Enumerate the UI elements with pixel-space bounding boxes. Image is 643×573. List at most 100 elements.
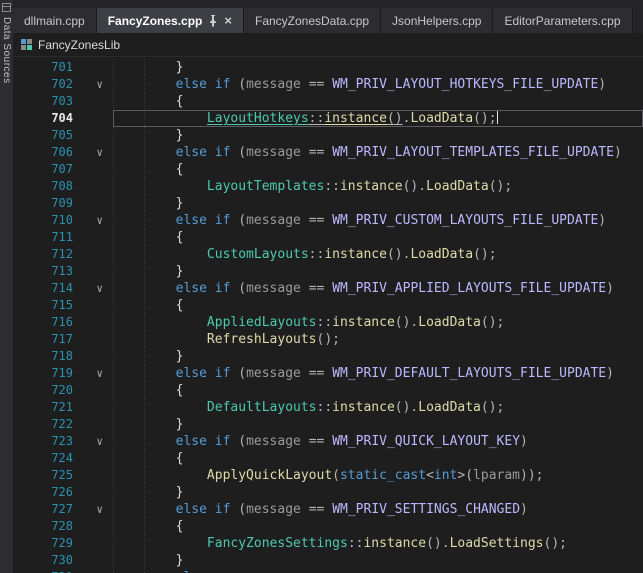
data-sources-label: Data Sources [1, 17, 12, 84]
line-number: 728 [13, 518, 73, 535]
fold-margin [73, 382, 113, 399]
code-line[interactable]: LayoutTemplates::instance().LoadData(); [113, 178, 643, 195]
code-line[interactable]: else if (message == WM_PRIV_LAYOUT_TEMPL… [113, 144, 643, 161]
code-line[interactable]: else if (message == WM_PRIV_APPLIED_LAYO… [113, 280, 643, 297]
fold-chevron-icon[interactable]: ∨ [73, 433, 113, 450]
code-line[interactable]: CustomLayouts::instance().LoadData(); [113, 246, 643, 263]
code-line[interactable]: RefreshLayouts(); [113, 331, 643, 348]
code-token: { [113, 519, 183, 534]
tab-jsonhelpers-cpp[interactable]: JsonHelpers.cpp [381, 8, 493, 33]
fold-chevron-icon[interactable]: ∨ [73, 144, 113, 161]
code-token: static_cast [340, 468, 426, 483]
code-line[interactable]: else if (message == WM_PRIV_SETTINGS_CHA… [113, 501, 643, 518]
fold-chevron-icon[interactable]: ∨ [73, 569, 113, 573]
tab-fancyzones-cpp[interactable]: FancyZones.cpp× [97, 8, 244, 33]
code-line[interactable]: } [113, 195, 643, 212]
tab-dllmain-cpp[interactable]: dllmain.cpp [13, 8, 97, 33]
line-number: 707 [13, 161, 73, 178]
code-line[interactable]: } [113, 127, 643, 144]
editor-row: 729 FancyZonesSettings::instance().LoadS… [13, 535, 643, 552]
tab-label: EditorParameters.cpp [504, 14, 620, 28]
code-line[interactable]: else if (message == WM_PRIV_QUICK_LAYOUT… [113, 433, 643, 450]
code-token: message [246, 434, 301, 449]
fold-chevron-icon[interactable]: ∨ [73, 280, 113, 297]
pin-icon[interactable] [208, 15, 218, 27]
code-token: (); [473, 247, 496, 262]
code-token: WM_PRIV_APPLIED_LAYOUTS_FILE_UPDATE [332, 281, 606, 296]
line-number: 721 [13, 399, 73, 416]
fold-chevron-icon[interactable]: ∨ [73, 212, 113, 229]
code-line[interactable]: DefaultLayouts::instance().LoadData(); [113, 399, 643, 416]
code-token [207, 77, 215, 92]
code-line[interactable]: } [113, 484, 643, 501]
code-token: message [246, 213, 301, 228]
fold-margin [73, 314, 113, 331]
code-token: DefaultLayouts [207, 400, 317, 415]
close-icon[interactable]: × [224, 14, 232, 27]
fold-margin [73, 263, 113, 280]
code-token: { [113, 383, 183, 398]
line-number: 711 [13, 229, 73, 246]
sidebar-tab-data-sources[interactable]: Data Sources [0, 0, 13, 573]
code-line[interactable]: else if (message == WM_PRIV_LAYOUT_HOTKE… [113, 76, 643, 93]
code-token: if [215, 366, 231, 381]
code-line[interactable]: AppliedLayouts::instance().LoadData(); [113, 314, 643, 331]
code-line[interactable]: else if (message == WM_PRIV_DEFAULT_LAYO… [113, 365, 643, 382]
editor-row: 721 DefaultLayouts::instance().LoadData(… [13, 399, 643, 416]
code-line[interactable]: { [113, 93, 643, 110]
code-line[interactable]: } [113, 552, 643, 569]
code-token: message [246, 502, 301, 517]
code-area: 701 }702∨ else if (message == WM_PRIV_LA… [13, 57, 643, 573]
code-token: :: [348, 536, 364, 551]
fold-margin [73, 467, 113, 484]
code-token: (); [481, 400, 504, 415]
code-token: WM_PRIV_QUICK_LAYOUT_KEY [332, 434, 520, 449]
code-token: if [215, 77, 231, 92]
code-token: WM_PRIV_LAYOUT_HOTKEYS_FILE_UPDATE [332, 77, 598, 92]
fold-chevron-icon[interactable]: ∨ [73, 76, 113, 93]
code-line[interactable]: } [113, 348, 643, 365]
code-line[interactable]: { [113, 229, 643, 246]
code-token: message [246, 77, 301, 92]
code-line[interactable]: } [113, 263, 643, 280]
editor-row: 712 CustomLayouts::instance().LoadData()… [13, 246, 643, 263]
navigation-bar[interactable]: FancyZonesLib [13, 33, 643, 57]
fold-margin [73, 416, 113, 433]
line-number: 717 [13, 331, 73, 348]
code-line[interactable]: else [113, 569, 643, 573]
code-line[interactable]: { [113, 161, 643, 178]
code-token: WM_PRIV_DEFAULT_LAYOUTS_FILE_UPDATE [332, 366, 606, 381]
line-number: 720 [13, 382, 73, 399]
line-number: 725 [13, 467, 73, 484]
editor-row: 724 { [13, 450, 643, 467]
code-token: ( [230, 502, 246, 517]
code-line[interactable]: } [113, 416, 643, 433]
editor-row: 714∨ else if (message == WM_PRIV_APPLIED… [13, 280, 643, 297]
editor-row: 710∨ else if (message == WM_PRIV_CUSTOM_… [13, 212, 643, 229]
tab-fancyzonesdata-cpp[interactable]: FancyZonesData.cpp [244, 8, 381, 33]
tab-editorparameters-cpp[interactable]: EditorParameters.cpp [493, 8, 632, 33]
code-token: == [301, 213, 332, 228]
ide-window: Data Sources dllmain.cppFancyZones.cpp×F… [0, 0, 643, 573]
code-token: LoadData [410, 111, 473, 126]
code-line[interactable]: else if (message == WM_PRIV_CUSTOM_LAYOU… [113, 212, 643, 229]
code-token: else [176, 77, 207, 92]
code-token: } [113, 417, 183, 432]
code-line[interactable]: { [113, 297, 643, 314]
code-token [113, 434, 176, 449]
code-line[interactable]: { [113, 450, 643, 467]
code-token: :: [309, 111, 325, 126]
code-token: ( [230, 213, 246, 228]
code-line[interactable]: { [113, 518, 643, 535]
code-line[interactable]: FancyZonesSettings::instance().LoadSetti… [113, 535, 643, 552]
code-line[interactable]: LayoutHotkeys::instance().LoadData(); [113, 110, 643, 127]
line-number: 715 [13, 297, 73, 314]
line-number: 704 [13, 110, 73, 127]
code-line[interactable]: ApplyQuickLayout(static_cast<int>(lparam… [113, 467, 643, 484]
fold-chevron-icon[interactable]: ∨ [73, 501, 113, 518]
fold-chevron-icon[interactable]: ∨ [73, 365, 113, 382]
editor-row: 703 { [13, 93, 643, 110]
code-line[interactable]: } [113, 59, 643, 76]
editor-row: 731∨ else [13, 569, 643, 573]
code-line[interactable]: { [113, 382, 643, 399]
